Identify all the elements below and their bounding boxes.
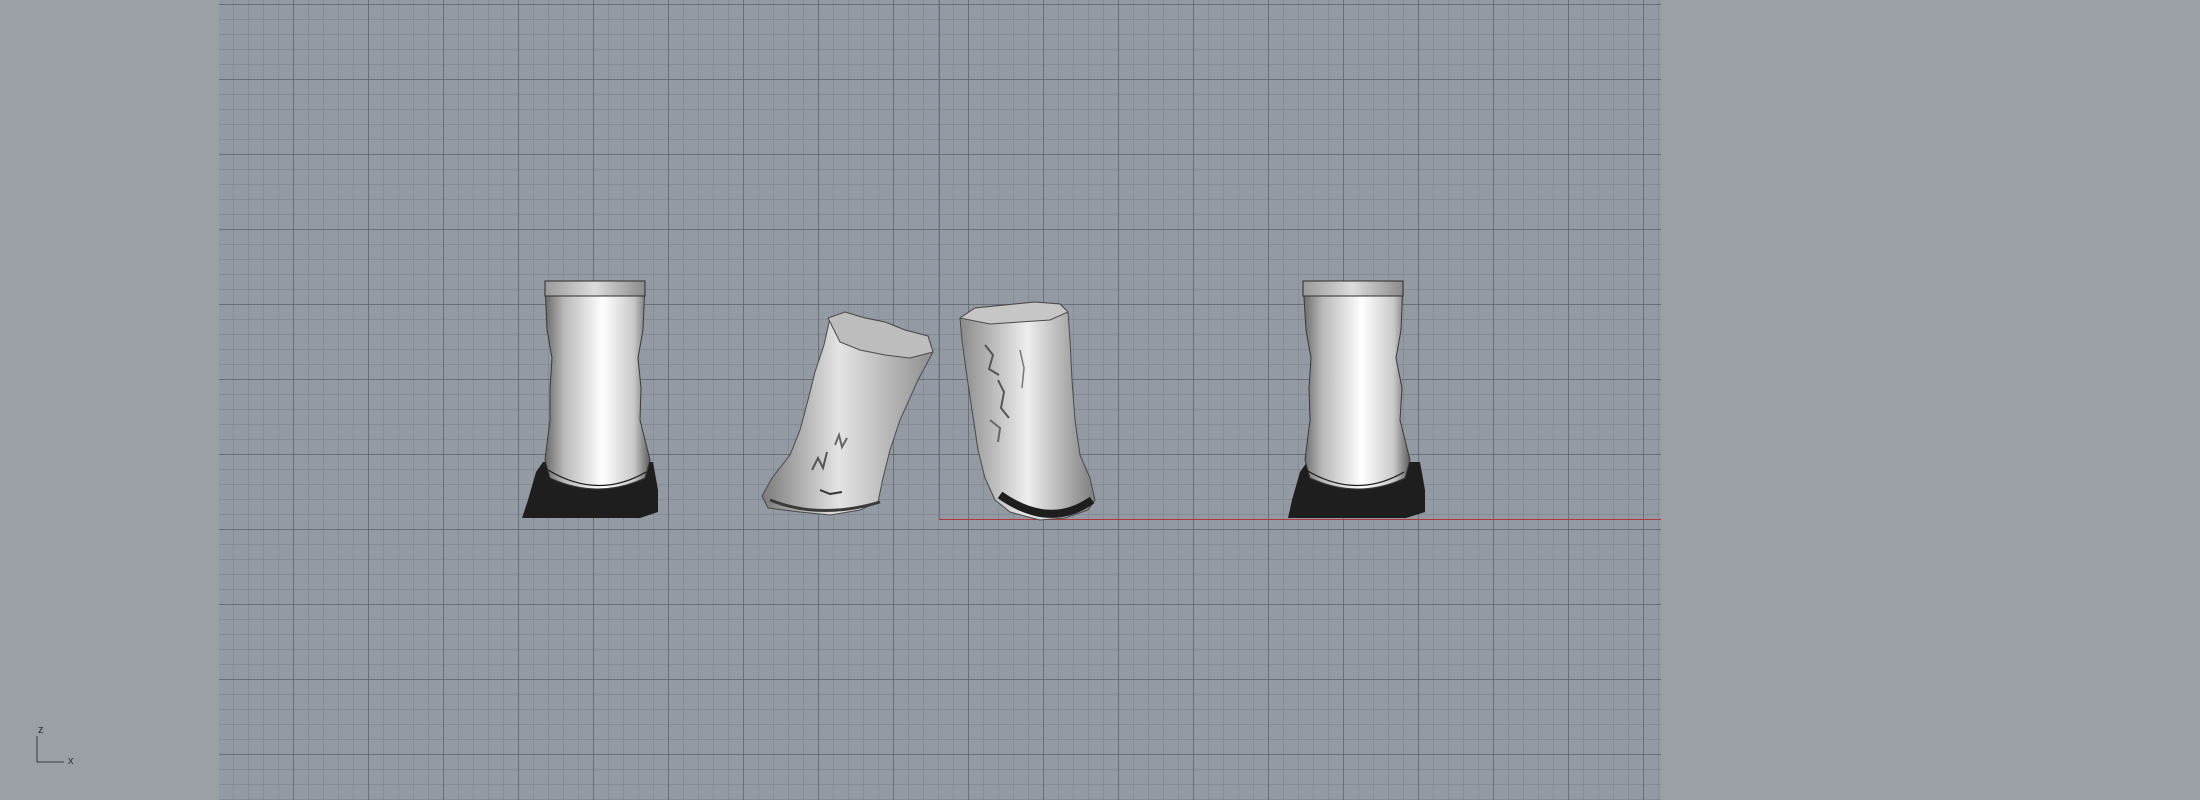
scene-objects	[522, 280, 1425, 521]
x-axis-label: x	[68, 755, 74, 767]
scan-model-2[interactable]	[958, 301, 1096, 521]
boot-model-1[interactable]	[522, 280, 658, 518]
scan-model-1[interactable]	[761, 311, 934, 516]
boot-model-2[interactable]	[1288, 280, 1425, 518]
z-axis-label: z	[38, 724, 44, 736]
axis-orientation-indicator: z x	[30, 722, 90, 772]
rhino-front-viewport[interactable]: z x	[0, 0, 2200, 800]
